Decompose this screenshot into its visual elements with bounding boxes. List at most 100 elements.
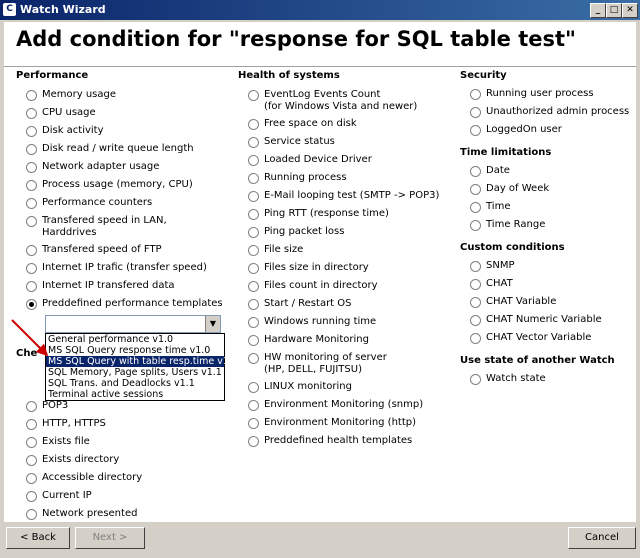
section-title: Use state of another Watch — [460, 355, 615, 366]
wizard-content: Add condition for "response for SQL tabl… — [4, 22, 636, 522]
next-button[interactable]: Next > — [75, 527, 145, 549]
radio-button[interactable] — [248, 400, 259, 411]
radio-button[interactable] — [248, 137, 259, 148]
title-bar: C Watch Wizard _ □ ✕ — [0, 0, 640, 20]
radio-button[interactable] — [248, 245, 259, 256]
radio-button[interactable] — [470, 89, 481, 100]
radio-button[interactable] — [248, 191, 259, 202]
minimize-button[interactable]: _ — [590, 3, 606, 18]
option-label: Disk read / write queue length — [42, 143, 194, 154]
radio-button[interactable] — [26, 162, 37, 173]
radio-button[interactable] — [248, 281, 259, 292]
dropdown-option[interactable]: General performance v1.0 — [46, 334, 224, 345]
radio-button[interactable] — [470, 374, 481, 385]
radio-button[interactable] — [248, 227, 259, 238]
radio-button[interactable] — [470, 261, 481, 272]
radio-button[interactable] — [248, 155, 259, 166]
radio-button[interactable] — [470, 107, 481, 118]
option-label: CHAT Vector Variable — [486, 332, 592, 343]
radio-button[interactable] — [26, 263, 37, 274]
option-label: Preddefined health templates — [264, 435, 413, 446]
maximize-button[interactable]: □ — [606, 3, 622, 18]
option-label: CHAT — [486, 278, 513, 289]
radio-button[interactable] — [26, 198, 37, 209]
radio-button[interactable] — [248, 436, 259, 447]
option-label: Files count in directory — [264, 280, 378, 291]
dropdown-option[interactable]: SQL Memory, Page splits, Users v1.1 — [46, 367, 224, 378]
radio-button[interactable] — [26, 473, 37, 484]
radio-button[interactable] — [470, 166, 481, 177]
option-label: Loaded Device Driver — [264, 154, 372, 165]
radio-button[interactable] — [26, 245, 37, 256]
radio-button[interactable] — [248, 418, 259, 429]
close-button[interactable]: ✕ — [622, 3, 638, 18]
radio-button[interactable] — [26, 401, 37, 412]
radio-button[interactable] — [248, 317, 259, 328]
template-select[interactable]: ▼ — [45, 315, 221, 333]
radio-button[interactable] — [470, 184, 481, 195]
radio-button[interactable] — [248, 173, 259, 184]
radio-button[interactable] — [248, 353, 259, 364]
radio-button[interactable] — [26, 455, 37, 466]
option-label: Internet IP transfered data — [42, 280, 175, 291]
radio-button[interactable] — [470, 315, 481, 326]
radio-button[interactable] — [26, 299, 37, 310]
radio-button[interactable] — [248, 263, 259, 274]
radio-button[interactable] — [26, 491, 37, 502]
radio-button[interactable] — [248, 382, 259, 393]
option-label: Exists directory — [42, 454, 120, 465]
cancel-button[interactable]: Cancel — [568, 527, 636, 549]
option-label: CPU usage — [42, 107, 96, 118]
option-label: Current IP — [42, 490, 92, 501]
dropdown-option[interactable]: Terminal active sessions — [46, 389, 224, 400]
radio-button[interactable] — [248, 335, 259, 346]
option-label: Unauthorized admin process — [486, 106, 630, 117]
dropdown-option[interactable]: SQL Trans. and Deadlocks v1.1 — [46, 378, 224, 389]
option-label: Running process — [264, 172, 347, 183]
option-label: Network presented — [42, 508, 138, 519]
radio-button[interactable] — [470, 220, 481, 231]
radio-button[interactable] — [248, 299, 259, 310]
radio-button[interactable] — [470, 125, 481, 136]
radio-button[interactable] — [26, 281, 37, 292]
option-label: Running user process — [486, 88, 594, 99]
radio-button[interactable] — [248, 119, 259, 130]
radio-button[interactable] — [26, 108, 37, 119]
radio-button[interactable] — [470, 202, 481, 213]
option-label: Accessible directory — [42, 472, 143, 483]
radio-button[interactable] — [26, 437, 37, 448]
radio-button[interactable] — [26, 144, 37, 155]
option-label: Hardware Monitoring — [264, 334, 369, 345]
option-label: Environment Monitoring (snmp) — [264, 399, 424, 410]
option-label: Disk activity — [42, 125, 104, 136]
radio-button[interactable] — [26, 90, 37, 101]
radio-button[interactable] — [26, 216, 37, 227]
radio-button[interactable] — [26, 126, 37, 137]
radio-button[interactable] — [26, 180, 37, 191]
page-title: Add condition for "response for SQL tabl… — [16, 27, 576, 51]
option-label: Start / Restart OS — [264, 298, 352, 309]
option-label: Ping RTT (response time) — [264, 208, 389, 219]
section-title: Custom conditions — [460, 242, 565, 253]
radio-button[interactable] — [248, 209, 259, 220]
radio-button[interactable] — [470, 333, 481, 344]
radio-button[interactable] — [26, 509, 37, 520]
radio-button[interactable] — [26, 419, 37, 430]
option-label: HTTP, HTTPS — [42, 418, 106, 429]
section-title: Health of systems — [238, 70, 340, 81]
option-label: Process usage (memory, CPU) — [42, 179, 193, 190]
dropdown-option[interactable]: MS SQL Query with table resp.time v1.0 — [46, 356, 238, 367]
option-label: LoggedOn user — [486, 124, 562, 135]
option-label: POP3 — [42, 400, 69, 411]
option-label: Windows running time — [264, 316, 377, 327]
back-button[interactable]: < Back — [6, 527, 70, 549]
radio-button[interactable] — [470, 279, 481, 290]
option-label: Preddefined performance templates — [42, 298, 223, 309]
dropdown-option[interactable]: MS SQL Query response time v1.0 — [46, 345, 224, 356]
option-label: Time Range — [486, 219, 546, 230]
radio-button[interactable] — [470, 297, 481, 308]
option-label: LINUX monitoring — [264, 381, 352, 392]
chevron-down-icon[interactable]: ▼ — [205, 316, 220, 332]
option-label: Internet IP trafic (transfer speed) — [42, 262, 207, 273]
radio-button[interactable] — [248, 90, 259, 101]
